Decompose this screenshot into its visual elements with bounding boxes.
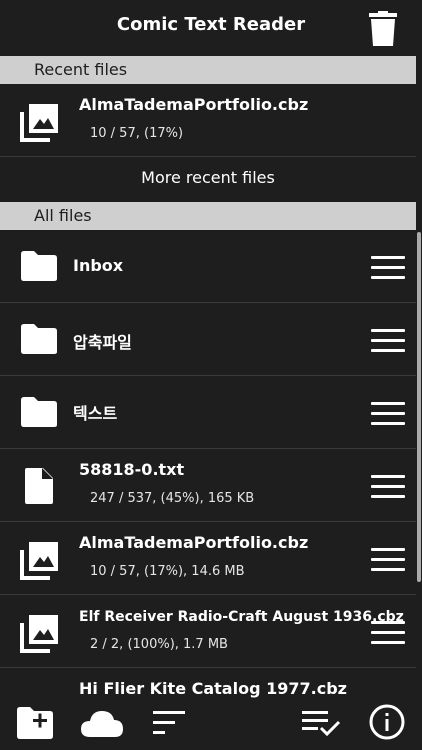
folder-name: 텍스트 bbox=[73, 404, 118, 423]
scrollbar[interactable] bbox=[417, 232, 421, 582]
info-icon[interactable] bbox=[369, 704, 405, 740]
image-stack-icon bbox=[20, 542, 58, 580]
item-menu-button[interactable] bbox=[371, 256, 405, 280]
file-row-txt[interactable]: 58818-0.txt 247 / 537, (45%), 165 KB bbox=[0, 449, 416, 522]
file-name: 58818-0.txt bbox=[79, 460, 185, 479]
file-meta: 247 / 537, (45%), 165 KB bbox=[90, 491, 255, 506]
app-title: Comic Text Reader bbox=[116, 14, 306, 35]
item-menu-button[interactable] bbox=[371, 621, 405, 645]
top-bar: Comic Text Reader bbox=[0, 0, 422, 56]
file-row-cbz[interactable]: Elf Receiver Radio-Craft August 1936.cbz… bbox=[0, 595, 416, 668]
add-folder-icon[interactable] bbox=[16, 706, 54, 740]
folder-row-text[interactable]: 텍스트 bbox=[0, 376, 416, 449]
all-files-label: All files bbox=[34, 206, 92, 225]
sort-icon[interactable] bbox=[152, 710, 186, 736]
folder-name: 압축파일 bbox=[73, 333, 132, 352]
bottom-toolbar bbox=[0, 700, 422, 750]
folder-icon bbox=[21, 397, 57, 427]
item-menu-button[interactable] bbox=[371, 402, 405, 426]
all-files-header: All files bbox=[0, 202, 416, 230]
document-icon bbox=[25, 468, 53, 504]
cloud-icon[interactable] bbox=[80, 708, 124, 738]
image-stack-icon bbox=[20, 104, 58, 142]
recent-file-item[interactable]: AlmaTademaPortfolio.cbz 10 / 57, (17%) bbox=[0, 84, 416, 157]
item-menu-button[interactable] bbox=[371, 548, 405, 572]
trash-icon[interactable] bbox=[368, 11, 398, 47]
file-name: AlmaTademaPortfolio.cbz bbox=[79, 533, 309, 552]
folder-row-inbox[interactable]: Inbox bbox=[0, 230, 416, 303]
file-name: Hi Flier Kite Catalog 1977.cbz bbox=[79, 679, 347, 698]
folder-icon bbox=[21, 251, 57, 281]
file-row-cbz[interactable]: AlmaTademaPortfolio.cbz 10 / 57, (17%), … bbox=[0, 522, 416, 595]
file-meta: 2 / 2, (100%), 1.7 MB bbox=[90, 637, 228, 652]
select-list-icon[interactable] bbox=[301, 710, 341, 738]
folder-row-compressed[interactable]: 압축파일 bbox=[0, 303, 416, 376]
recent-file-progress: 10 / 57, (17%) bbox=[90, 126, 184, 141]
more-recent-files-button[interactable]: More recent files bbox=[0, 168, 416, 187]
file-meta: 10 / 57, (17%), 14.6 MB bbox=[90, 564, 245, 579]
folder-icon bbox=[21, 324, 57, 354]
recent-files-header: Recent files bbox=[0, 56, 416, 84]
item-menu-button[interactable] bbox=[371, 475, 405, 499]
recent-files-label: Recent files bbox=[34, 60, 128, 79]
folder-name: Inbox bbox=[73, 256, 124, 275]
image-stack-icon bbox=[20, 615, 58, 653]
recent-file-name: AlmaTademaPortfolio.cbz bbox=[79, 95, 309, 114]
file-name: Elf Receiver Radio-Craft August 1936.cbz bbox=[79, 609, 404, 625]
item-menu-button[interactable] bbox=[371, 329, 405, 353]
